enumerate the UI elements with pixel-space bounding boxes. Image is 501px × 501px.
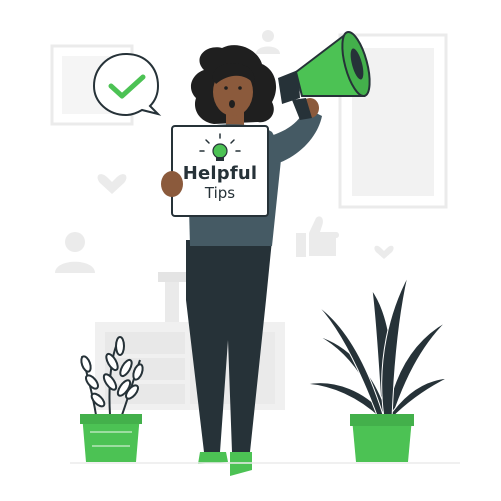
sign-title: Helpful (182, 163, 258, 184)
thumbs-up-icon (296, 216, 339, 257)
checkmark-bubble-icon (92, 52, 162, 117)
heart-icon (97, 174, 127, 194)
illustration-scene (50, 30, 460, 476)
sign-subtitle: Tips (204, 184, 236, 202)
heart-icon-small (374, 245, 394, 259)
user-icon-top (256, 30, 280, 54)
right-potted-plant (305, 275, 449, 462)
user-icon (55, 232, 95, 273)
